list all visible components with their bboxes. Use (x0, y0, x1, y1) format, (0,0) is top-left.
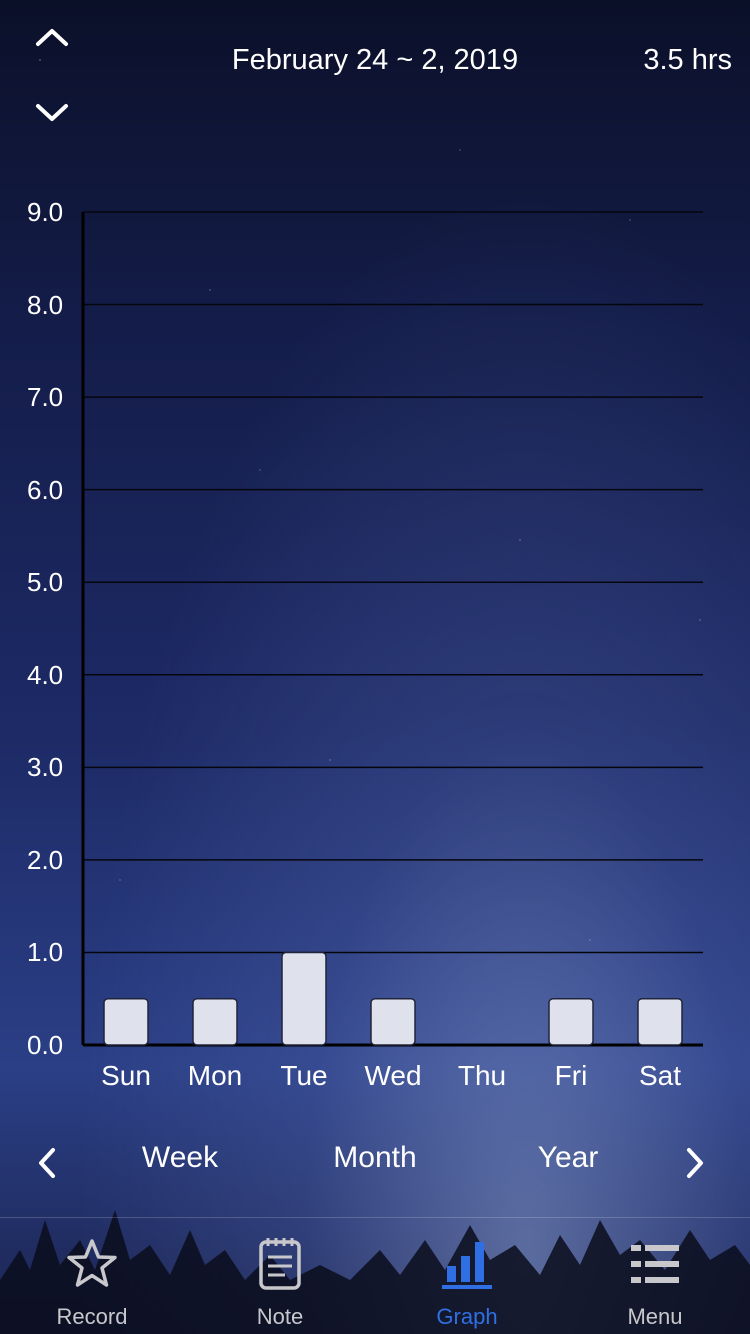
menu-icon (625, 1234, 685, 1294)
chevron-left-icon (39, 1148, 55, 1178)
period-selector: Week Month Year (0, 1135, 750, 1191)
sleep-bar-chart: 0.0 1.0 2.0 3.0 4.0 5.0 6.0 7.0 8.0 9.0 Sun Mon Tue… (0, 190, 750, 1110)
y-tick-label: 8.0 (27, 289, 64, 320)
period-next-button[interactable] (670, 1135, 720, 1191)
x-tick-label-sat: Sat (638, 1060, 682, 1091)
tab-note[interactable]: Note (205, 1218, 355, 1334)
tab-month[interactable]: Month (305, 1141, 445, 1175)
next-week-down-button[interactable] (22, 88, 82, 138)
x-tick-label-mon: Mon (187, 1060, 243, 1091)
tab-record-label: Record (56, 1304, 128, 1329)
tab-graph[interactable]: Graph (392, 1218, 542, 1334)
y-tick-label: 4.0 (27, 659, 64, 690)
tab-menu[interactable]: Menu (580, 1218, 730, 1334)
tab-note-label: Note (256, 1304, 304, 1329)
y-tick-label: 3.0 (27, 752, 64, 783)
bar-wed (370, 997, 416, 1046)
bar-mon (192, 997, 238, 1046)
chevron-up-icon (36, 29, 68, 46)
note-icon (250, 1234, 310, 1294)
total-hours: 3.5 hrs (643, 44, 732, 76)
bar-fri (548, 997, 594, 1046)
tab-record[interactable]: Record (17, 1218, 167, 1334)
chevron-down-icon (36, 104, 68, 121)
x-tick-label-sun: Sun (101, 1060, 151, 1091)
tab-graph-label: Graph (436, 1304, 498, 1329)
tab-week[interactable]: Week (110, 1141, 250, 1175)
tab-year[interactable]: Year (498, 1141, 638, 1175)
previous-week-up-button[interactable] (22, 12, 82, 62)
x-tick-label-thu: Thu (457, 1060, 507, 1091)
y-tick-label: 9.0 (27, 197, 64, 227)
chevron-right-icon (687, 1148, 703, 1178)
star-icon (62, 1234, 122, 1294)
x-tick-label-fri: Fri (554, 1060, 588, 1091)
chart-canvas (81, 211, 703, 1047)
bar-tue (281, 951, 327, 1046)
y-tick-label: 5.0 (27, 567, 64, 598)
y-tick-label: 2.0 (27, 844, 64, 875)
date-range-title: February 24 ~ 2, 2019 (231, 44, 519, 76)
y-tick-label: 1.0 (27, 937, 64, 968)
y-tick-label: 7.0 (27, 382, 64, 413)
bar-chart-icon (437, 1234, 497, 1294)
tab-menu-label: Menu (627, 1304, 683, 1329)
y-tick-label: 6.0 (27, 474, 64, 505)
y-tick-label: 0.0 (27, 1030, 64, 1060)
x-tick-label-tue: Tue (280, 1060, 328, 1091)
bottom-tab-bar: Record Note Graph Menu (0, 1217, 750, 1334)
x-tick-label-wed: Wed (364, 1060, 422, 1091)
period-prev-button[interactable] (22, 1135, 72, 1191)
bar-sun (103, 997, 149, 1046)
bar-sat (637, 997, 683, 1046)
